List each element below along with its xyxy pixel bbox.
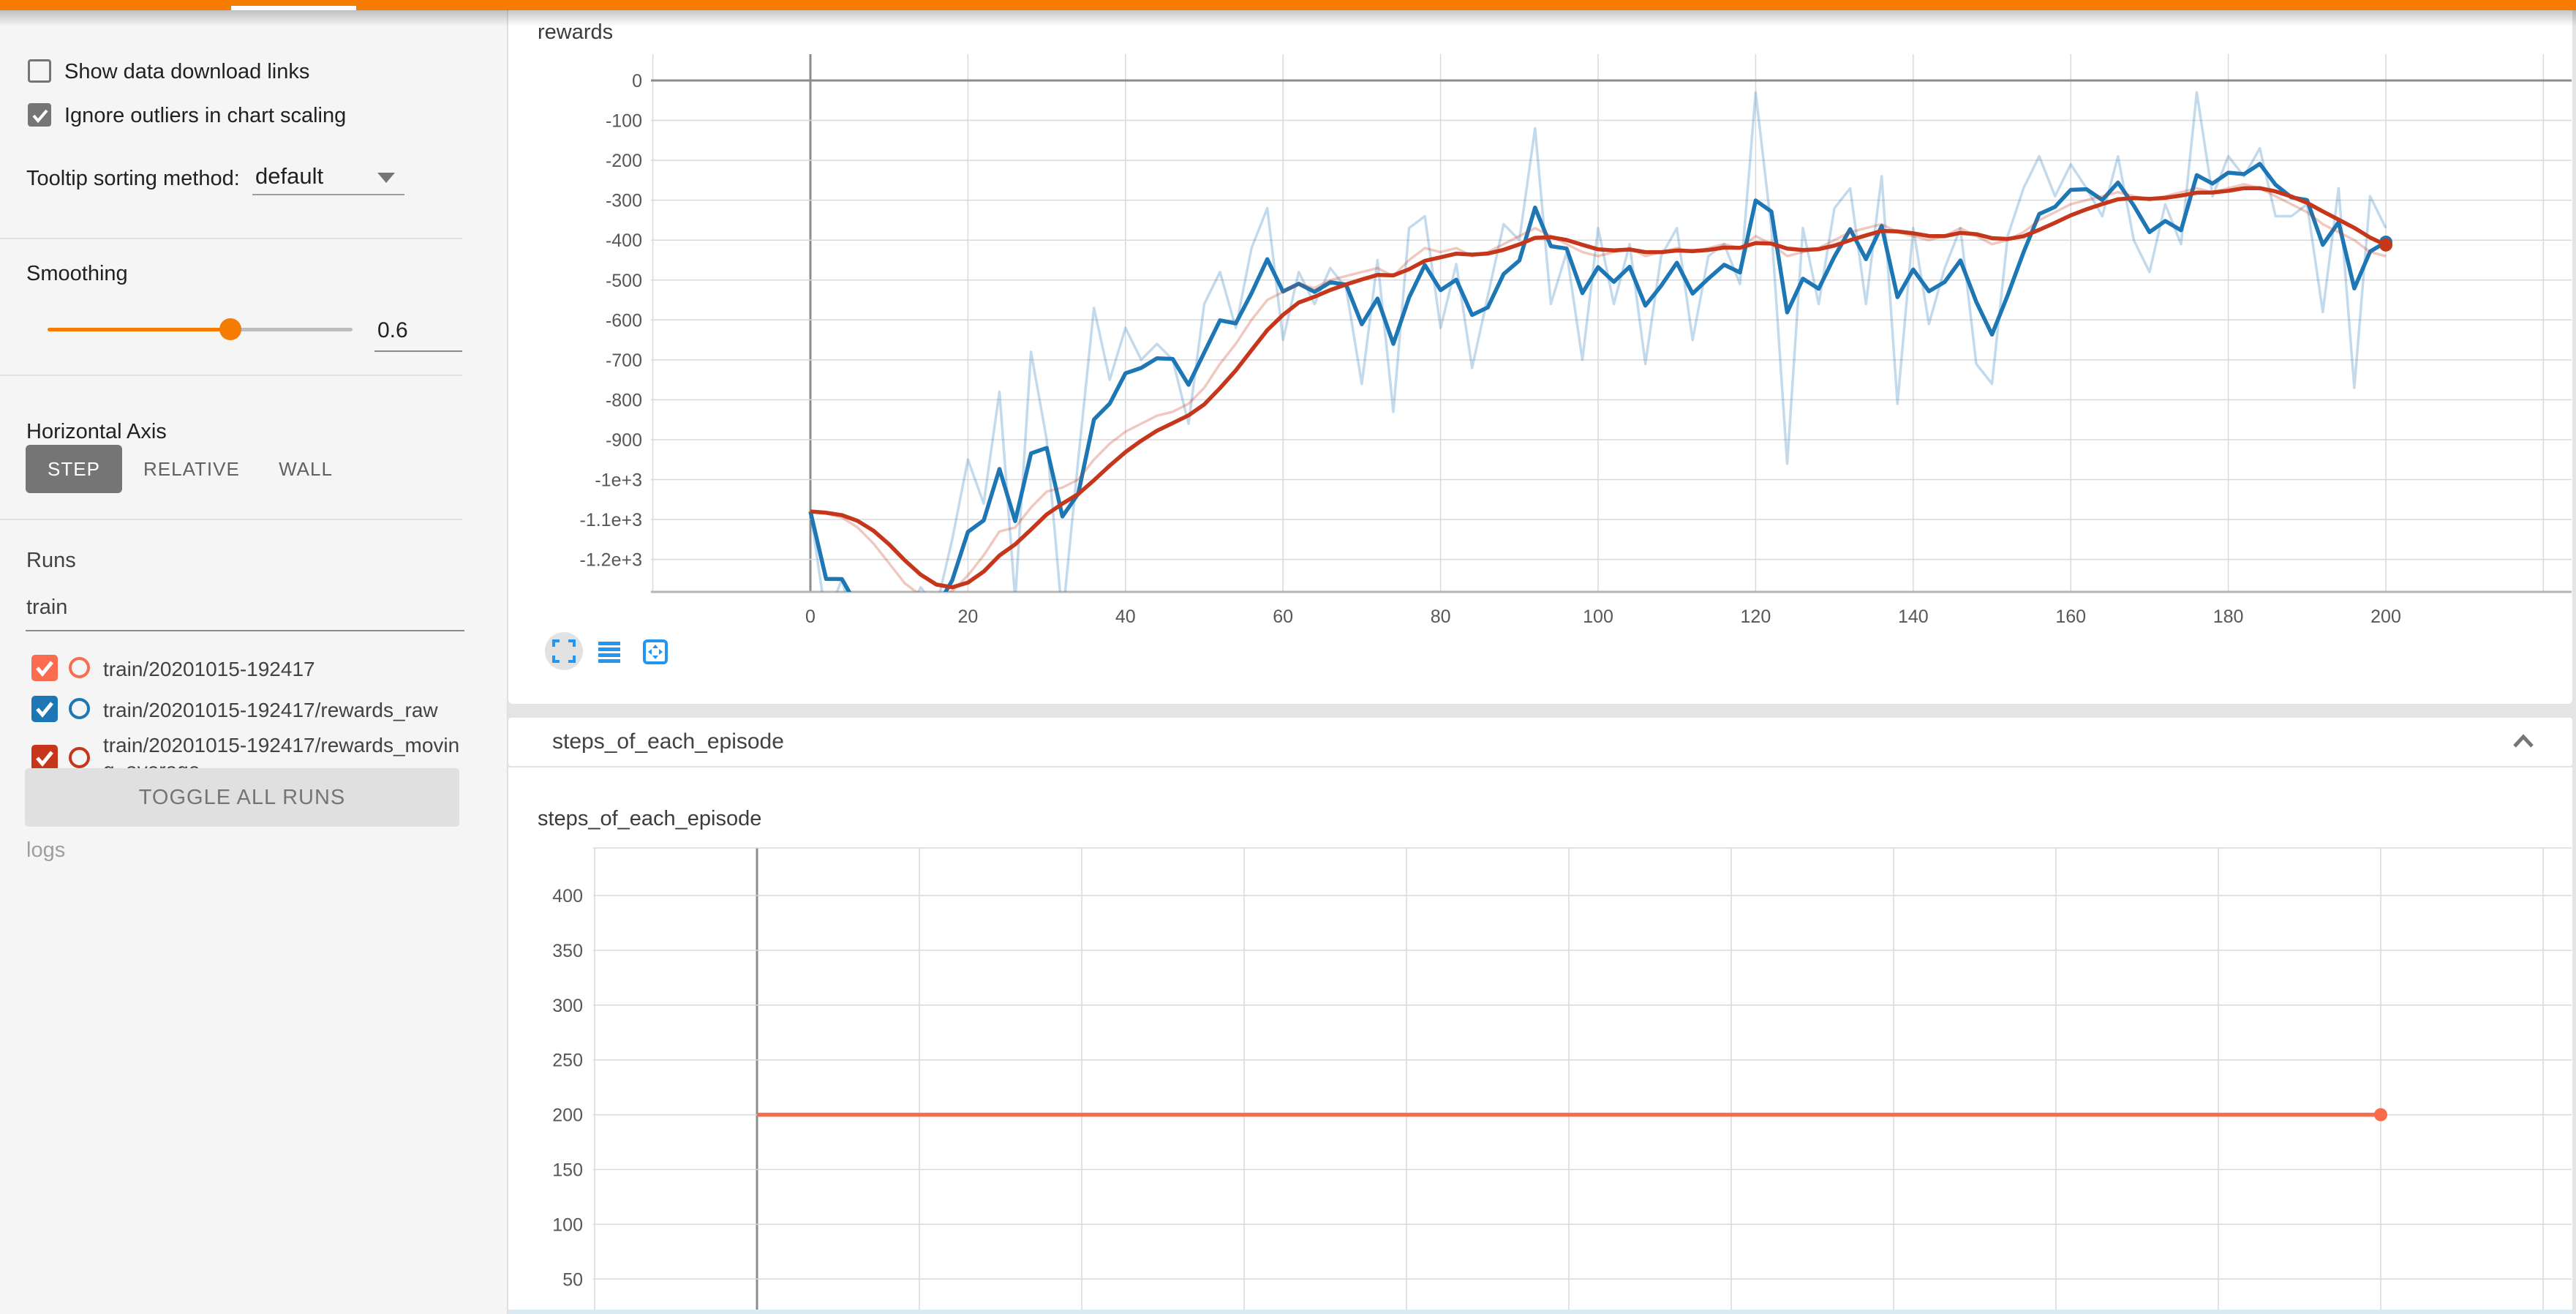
show-data-download-links-checkbox[interactable]	[28, 59, 51, 83]
run-checkbox[interactable]	[31, 655, 58, 681]
run-label[interactable]: train/20201015-192417/rewards_raw	[103, 698, 469, 723]
sidebar: Show data download links Ignore outliers…	[0, 10, 508, 1314]
smoothing-slider-thumb[interactable]	[219, 318, 241, 340]
bottom-edge-strip	[508, 1310, 2572, 1314]
steps-section-header[interactable]: steps_of_each_episode	[508, 718, 2572, 766]
divider	[0, 375, 462, 376]
run-isolate-radio[interactable]	[69, 747, 90, 768]
log-scale-icon[interactable]	[590, 632, 628, 670]
smoothing-value-input[interactable]	[374, 318, 462, 352]
divider	[0, 519, 462, 520]
steps-chart-title: steps_of_each_episode	[538, 807, 761, 831]
chart-toolbar	[545, 632, 681, 670]
run-isolate-radio[interactable]	[69, 698, 90, 719]
run-isolate-radio[interactable]	[69, 657, 90, 678]
active-tab-indicator	[231, 6, 356, 10]
tooltip-sorting-label: Tooltip sorting method:	[26, 167, 240, 191]
run-label[interactable]: train/20201015-192417	[103, 657, 469, 682]
ignore-outliers-label: Ignore outliers in chart scaling	[64, 104, 346, 128]
run-checkbox[interactable]	[31, 745, 58, 771]
runs-label: Runs	[26, 549, 76, 573]
logs-label: logs	[26, 838, 65, 863]
app-header	[0, 0, 2576, 10]
show-data-download-links-label: Show data download links	[64, 60, 309, 84]
check-icon	[31, 106, 50, 125]
fullscreen-icon[interactable]	[545, 632, 583, 670]
axis-step-button[interactable]: STEP	[26, 445, 122, 493]
runs-filter-input[interactable]	[26, 596, 464, 631]
smoothing-slider-fill	[48, 328, 230, 331]
toggle-all-runs-button[interactable]: TOGGLE ALL RUNS	[25, 768, 459, 827]
tensorboard-app: Show data download links Ignore outliers…	[0, 0, 2576, 1314]
smoothing-label: Smoothing	[26, 262, 128, 286]
smoothing-slider[interactable]	[48, 328, 353, 331]
horizontal-axis-label: Horizontal Axis	[26, 420, 167, 444]
ignore-outliers-checkbox[interactable]	[28, 103, 51, 127]
section-title: steps_of_each_episode	[552, 729, 784, 754]
axis-wall-button[interactable]: WALL	[262, 445, 350, 493]
fit-data-icon[interactable]	[636, 632, 674, 670]
check-icon	[33, 698, 56, 720]
divider	[0, 238, 462, 239]
check-icon	[33, 657, 56, 679]
chevron-up-icon[interactable]	[2509, 727, 2538, 757]
steps-card	[508, 767, 2572, 1314]
chevron-down-icon[interactable]	[377, 173, 395, 183]
rewards-chart-title: rewards	[538, 20, 613, 45]
check-icon	[33, 747, 56, 769]
run-checkbox[interactable]	[31, 696, 58, 722]
tooltip-sorting-select[interactable]: default	[255, 163, 323, 189]
tooltip-sorting-underline	[252, 194, 404, 195]
rewards-card	[508, 10, 2572, 704]
axis-relative-button[interactable]: RELATIVE	[143, 445, 238, 493]
